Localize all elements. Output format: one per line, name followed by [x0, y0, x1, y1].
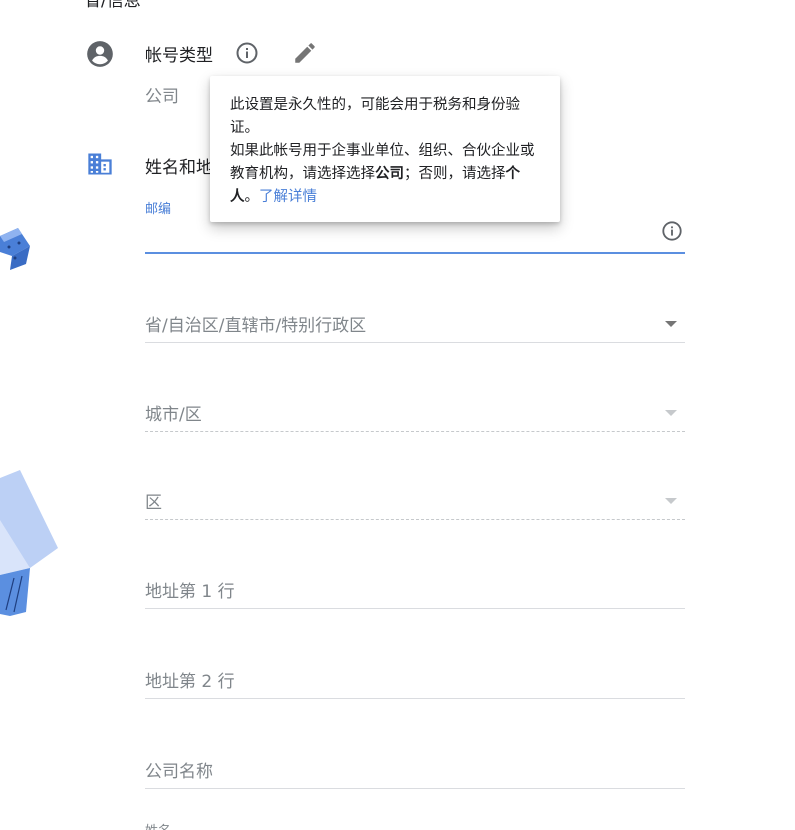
address-line-2-placeholder: 地址第 2 行	[145, 672, 235, 692]
chevron-down-icon	[665, 498, 677, 504]
chevron-down-icon	[665, 321, 677, 327]
tooltip-text-2: 如果此帐号用于企事业单位、组织、合伙企业或教育机构，请选择选择公司；否则，请选择…	[230, 140, 540, 209]
district-select[interactable]: 区	[145, 480, 685, 520]
blue-shape-icon	[0, 470, 58, 616]
account-type-value: 公司	[145, 87, 179, 107]
province-select[interactable]: 省/自治区/直辖市/特别行政区	[145, 303, 685, 343]
tooltip-text-2b: ；否则，请选择	[404, 166, 506, 182]
account-type-info-icon[interactable]	[235, 41, 259, 65]
district-underline	[145, 519, 685, 520]
edit-pencil-icon[interactable]	[292, 40, 318, 66]
learn-more-link[interactable]: 了解详情	[259, 189, 317, 205]
zip-input-underline	[145, 252, 685, 254]
account-type-title: 帐号类型	[145, 46, 213, 66]
address-line-2-underline	[145, 698, 685, 699]
city-select[interactable]: 城市/区	[145, 392, 685, 432]
tooltip-bold-company: 公司	[375, 166, 404, 182]
next-field-label: 姓名	[145, 820, 171, 830]
address-line-1-placeholder: 地址第 1 行	[145, 582, 235, 602]
tooltip-text-2c: 。	[244, 189, 260, 205]
province-underline	[145, 342, 685, 343]
address-line-2-input[interactable]: 地址第 2 行	[145, 659, 685, 699]
chevron-down-icon	[665, 410, 677, 416]
address-line-1-input[interactable]: 地址第 1 行	[145, 569, 685, 609]
account-circle-icon	[87, 41, 113, 67]
company-name-input[interactable]: 公司名称	[145, 749, 685, 789]
name-address-title: 姓名和地	[145, 158, 213, 178]
address-line-1-underline	[145, 608, 685, 609]
page: 省/信息 帐号类型 公司 姓名和地 邮编 省/自治区/直辖市/特别行政区 城市/…	[0, 0, 795, 830]
decorative-illustration	[0, 228, 58, 616]
zip-info-icon[interactable]	[661, 220, 683, 242]
company-name-underline	[145, 788, 685, 789]
account-type-tooltip: 此设置是永久性的，可能会用于税务和身份验证。 如果此帐号用于企事业单位、组织、合…	[210, 76, 560, 222]
section-header: 省/信息	[84, 0, 141, 11]
tooltip-text-1: 此设置是永久性的，可能会用于税务和身份验证。	[230, 97, 520, 136]
province-placeholder: 省/自治区/直辖市/特别行政区	[145, 316, 367, 336]
city-placeholder: 城市/区	[145, 405, 202, 425]
building-icon	[88, 153, 112, 175]
city-underline	[145, 431, 685, 432]
district-placeholder: 区	[145, 493, 162, 513]
blue-cube-icon	[0, 228, 30, 270]
company-name-placeholder: 公司名称	[145, 762, 213, 782]
